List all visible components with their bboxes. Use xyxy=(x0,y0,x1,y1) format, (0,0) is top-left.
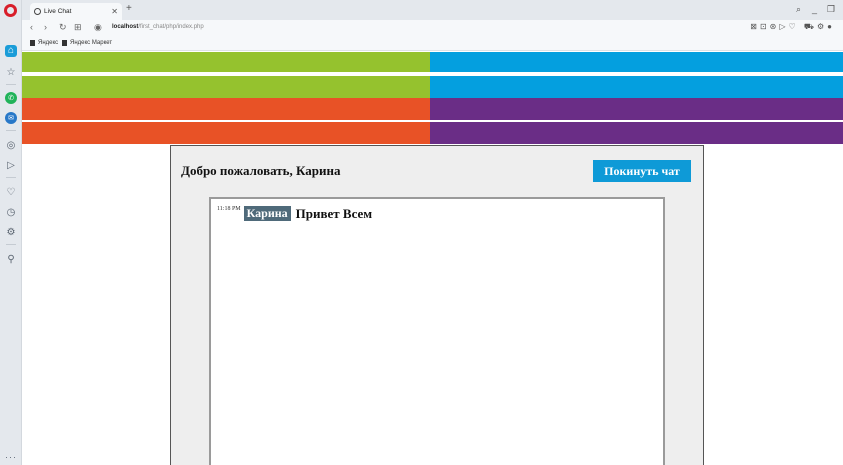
restore-icon[interactable]: ❐ xyxy=(827,4,835,15)
opera-logo-icon[interactable] xyxy=(4,4,17,17)
tab-bar: Live Chat ✕ + ⌕ _ ❐ xyxy=(22,0,843,20)
url-field[interactable]: localhost/first_chat/php/index.php xyxy=(112,24,204,30)
back-icon[interactable]: ‹ xyxy=(30,22,33,32)
page-content: Добро пожаловать, Карина Покинуть чат 11… xyxy=(22,52,843,465)
pin-icon[interactable]: ⚲ xyxy=(5,254,17,266)
message-time: 11:18 PM xyxy=(217,206,241,212)
whatsapp-icon[interactable]: ✆ xyxy=(5,92,17,104)
settings-icon[interactable]: ⚙ xyxy=(5,227,17,239)
site-info-icon[interactable]: ◉ xyxy=(94,22,102,33)
chat-message: 11:18 PM Карина Привет Всем xyxy=(217,204,372,222)
search-icon[interactable]: ⌕ xyxy=(796,4,801,15)
message-text: Привет Всем xyxy=(295,206,373,221)
home-icon[interactable]: ⌂ xyxy=(5,45,17,57)
band-purple xyxy=(430,98,843,120)
bookmark-yandex-market[interactable]: Яндекс Маркет xyxy=(62,40,112,46)
band-green xyxy=(22,76,430,98)
opera-sidebar: ⌂ ☆ ✆ ✉ ◎ ▷ ♡ ◷ ⚙ ⚲ ··· xyxy=(0,0,22,465)
minimize-icon[interactable]: _ xyxy=(812,4,817,14)
player-icon[interactable]: ◎ xyxy=(5,140,17,152)
close-tab-icon[interactable]: ✕ xyxy=(111,7,118,16)
message-username: Карина xyxy=(243,206,291,221)
favorites-icon[interactable]: ♡ xyxy=(5,187,17,199)
band-blue xyxy=(430,76,843,98)
chat-container: Добро пожаловать, Карина Покинуть чат 11… xyxy=(170,145,704,465)
browser-window: ⌂ ☆ ✆ ✉ ◎ ▷ ♡ ◷ ⚙ ⚲ ··· Live Chat ✕ + ⌕ … xyxy=(0,0,843,465)
globe-icon xyxy=(34,8,41,15)
tab-title: Live Chat xyxy=(44,8,72,15)
bookmarks-bar: Яндекс Яндекс Маркет xyxy=(22,37,843,51)
tabs-grid-icon[interactable]: ⊞ xyxy=(74,22,82,33)
folder-icon xyxy=(30,40,35,46)
history-icon[interactable]: ◷ xyxy=(5,207,17,219)
chat-log[interactable]: 11:18 PM Карина Привет Всем xyxy=(209,197,665,465)
band-blue xyxy=(430,52,843,72)
folder-icon xyxy=(62,40,67,46)
band-orange xyxy=(22,98,430,120)
reload-icon[interactable]: ↻ xyxy=(59,22,67,33)
forward-icon[interactable]: › xyxy=(44,22,47,32)
address-bar: ‹ › ↻ ⊞ ◉ localhost/first_chat/php/index… xyxy=(22,20,843,37)
speed-dial-icon[interactable]: ☆ xyxy=(5,67,17,79)
tab-live-chat[interactable]: Live Chat ✕ xyxy=(30,3,122,20)
band-green xyxy=(22,52,430,72)
band-purple xyxy=(430,122,843,144)
band-orange xyxy=(22,122,430,144)
send-icon[interactable]: ▷ xyxy=(5,160,17,172)
leave-chat-button[interactable]: Покинуть чат xyxy=(593,160,691,182)
bookmark-yandex[interactable]: Яндекс xyxy=(30,40,58,46)
vk-icon[interactable]: ✉ xyxy=(5,112,17,124)
welcome-heading: Добро пожаловать, Карина xyxy=(181,163,341,178)
new-tab-button[interactable]: + xyxy=(126,3,132,14)
toolbar-extension-icons[interactable]: ⊠⊡⊛▷♡ ⛟⚙● xyxy=(750,22,835,32)
more-icon[interactable]: ··· xyxy=(5,452,17,462)
